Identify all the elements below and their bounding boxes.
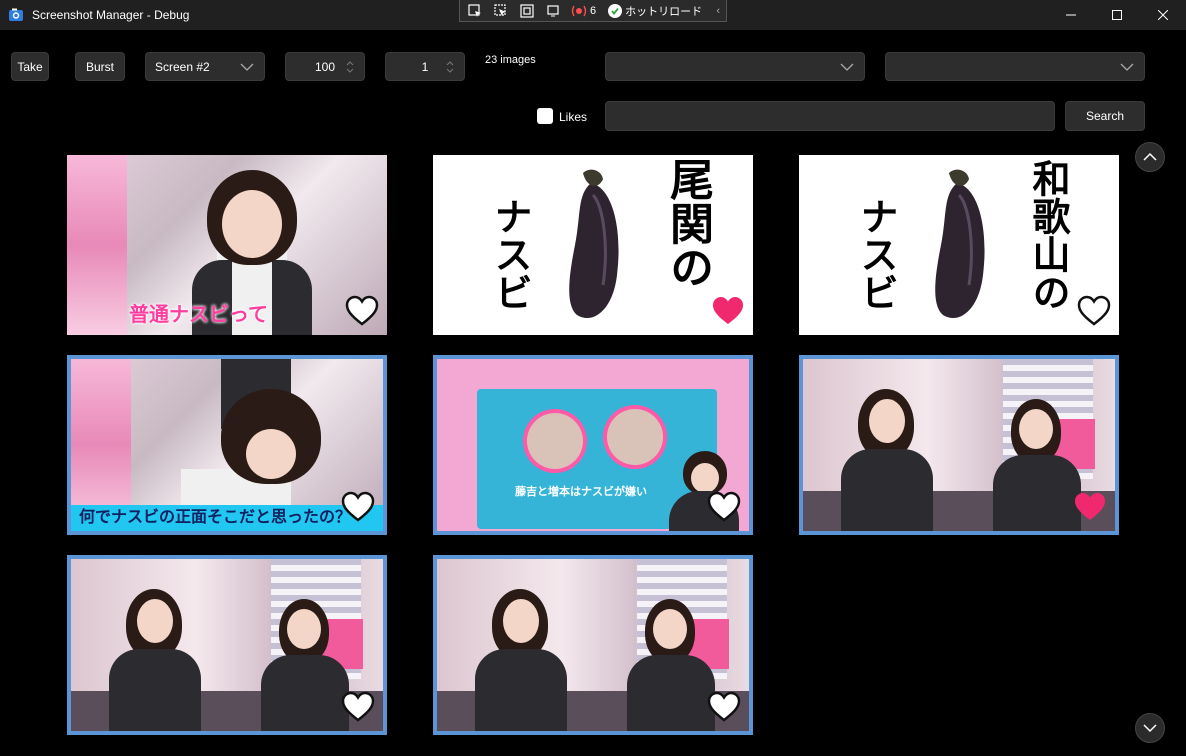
image-caption-left: ナスビ	[488, 197, 533, 311]
layout-adorner-icon[interactable]	[516, 1, 538, 21]
spin-arrows-icon	[346, 61, 354, 73]
screenshot-image	[803, 359, 1115, 531]
thumbnail-3[interactable]: ナスビ 和歌山の	[799, 155, 1119, 335]
quality-stepper[interactable]: 100	[285, 52, 365, 81]
heart-outline-icon[interactable]	[707, 491, 741, 523]
screenshot-image: 普通ナスビって	[67, 155, 387, 335]
image-caption-left: ナスビ	[854, 197, 899, 311]
eggplant-icon	[935, 169, 985, 319]
quality-value: 100	[314, 59, 336, 74]
scroll-down-button[interactable]	[1135, 713, 1165, 743]
hot-reload-label: ホットリロード	[625, 5, 703, 18]
heart-outline-icon[interactable]	[707, 691, 741, 723]
image-caption-right: 尾関の	[662, 157, 713, 289]
likes-checkbox[interactable]	[537, 108, 553, 124]
eggplant-icon	[569, 169, 619, 319]
thumbnail-2[interactable]: ナスビ 尾関の	[433, 155, 753, 335]
thumbnail-1[interactable]: 普通ナスビって	[67, 155, 387, 335]
screen-select[interactable]: Screen #2	[145, 52, 265, 81]
binding-failures-icon[interactable]	[568, 1, 590, 21]
take-button[interactable]: Take	[11, 52, 49, 81]
filter-select-1[interactable]	[605, 52, 865, 81]
heart-outline-icon[interactable]	[1077, 295, 1111, 327]
screenshot-image	[71, 559, 383, 731]
track-focus-icon[interactable]	[542, 1, 564, 21]
filter-select-2[interactable]	[885, 52, 1145, 81]
maximize-icon	[1112, 10, 1122, 20]
spin-arrows-icon	[446, 61, 454, 73]
debug-toolbar: 6 ホットリロード ‹	[459, 0, 727, 22]
burst-button[interactable]: Burst	[75, 52, 125, 81]
minimize-button[interactable]	[1048, 0, 1094, 30]
collapse-toolbar-icon[interactable]: ‹	[716, 5, 720, 17]
chevron-down-icon	[1143, 724, 1157, 733]
heart-filled-icon[interactable]	[1073, 491, 1107, 523]
thumbnail-8[interactable]	[433, 555, 753, 735]
image-count: 23 images	[485, 54, 536, 66]
check-icon	[608, 3, 623, 18]
app-icon	[9, 8, 23, 21]
chevron-down-icon	[240, 63, 254, 71]
interval-value: 1	[421, 59, 429, 74]
screenshot-image: ナスビ 尾関の	[433, 155, 753, 335]
thumbnail-7[interactable]	[67, 555, 387, 735]
image-caption: 何でナスビの正面そこだと思ったの？	[79, 507, 352, 526]
likes-label: Likes	[559, 110, 588, 124]
thumbnail-4[interactable]: 何でナスビの正面そこだと思ったの？	[67, 355, 387, 535]
heart-outline-icon[interactable]	[345, 295, 379, 327]
title-bar: Screenshot Manager - Debug 6 ホットリロード ‹	[0, 0, 1186, 30]
window-title: Screenshot Manager - Debug	[32, 8, 190, 22]
screenshot-image: 何でナスビの正面そこだと思ったの？	[71, 359, 383, 531]
select-element-icon[interactable]	[464, 1, 486, 21]
heart-outline-icon[interactable]	[341, 491, 375, 523]
binding-failure-count: 6	[590, 4, 597, 17]
search-input[interactable]	[605, 101, 1055, 131]
heart-filled-icon[interactable]	[711, 295, 745, 327]
pointer-icon[interactable]	[490, 1, 512, 21]
chevron-down-icon	[1120, 63, 1134, 71]
image-caption: 普通ナスビって	[129, 302, 268, 326]
scroll-up-button[interactable]	[1135, 142, 1165, 172]
interval-stepper[interactable]: 1	[385, 52, 465, 81]
thumbnail-5[interactable]: 藤吉と増本はナスビが嫌い	[433, 355, 753, 535]
close-icon	[1158, 10, 1168, 20]
screenshot-image	[437, 559, 749, 731]
image-caption-right: 和歌山の	[1026, 159, 1071, 311]
thumbnail-6[interactable]	[799, 355, 1119, 535]
chevron-up-icon	[1143, 152, 1157, 161]
screenshot-image: 藤吉と増本はナスビが嫌い	[437, 359, 749, 531]
close-button[interactable]	[1140, 0, 1186, 30]
screen-select-value: Screen #2	[155, 59, 210, 74]
minimize-icon	[1066, 14, 1076, 16]
chevron-down-icon	[840, 63, 854, 71]
screenshot-image: ナスビ 和歌山の	[799, 155, 1119, 335]
maximize-button[interactable]	[1094, 0, 1140, 30]
image-caption: 藤吉と増本はナスビが嫌い	[515, 485, 647, 498]
hot-reload-status[interactable]: ホットリロード	[608, 3, 702, 19]
search-button[interactable]: Search	[1065, 101, 1145, 131]
heart-outline-icon[interactable]	[341, 691, 375, 723]
